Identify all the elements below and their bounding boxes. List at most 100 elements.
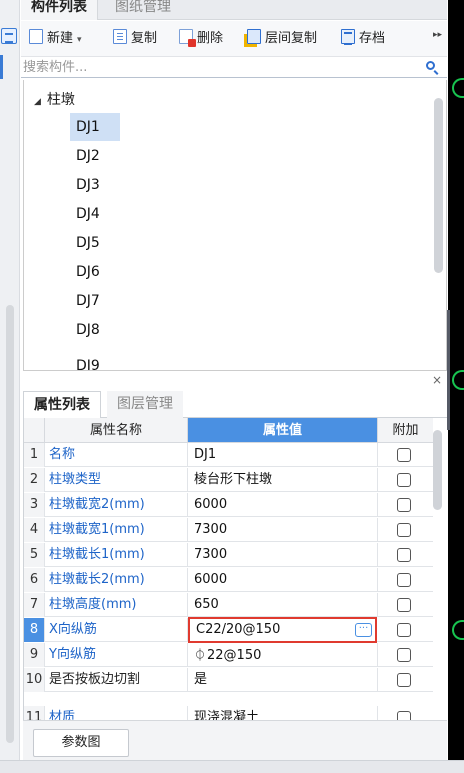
- row-number: 3: [24, 493, 45, 517]
- tree-item[interactable]: DJ2: [70, 142, 120, 170]
- tree-item[interactable]: DJ9: [70, 352, 120, 370]
- tree-item[interactable]: DJ7: [70, 287, 120, 315]
- table-row[interactable]: 7 柱墩高度(mm) 650: [24, 593, 433, 617]
- more-icon[interactable]: ▸▸: [433, 30, 442, 40]
- property-name: 名称: [45, 443, 188, 467]
- copy-label: 复制: [131, 31, 158, 46]
- floor-copy-button[interactable]: 层间复制: [244, 29, 317, 49]
- extra-checkbox[interactable]: [397, 498, 411, 512]
- extra-checkbox[interactable]: [397, 573, 411, 587]
- property-name: 柱墩高度(mm): [45, 593, 188, 617]
- table-row[interactable]: 3 柱墩截宽2(mm) 6000: [24, 493, 433, 517]
- row-number: 2: [24, 468, 45, 492]
- copy-button[interactable]: 复制: [113, 29, 157, 49]
- extra-checkbox[interactable]: [397, 711, 411, 720]
- property-name: X向纵筋: [45, 618, 188, 642]
- extra-checkbox[interactable]: [397, 673, 411, 687]
- search-input[interactable]: [21, 58, 421, 77]
- property-value[interactable]: 7300: [188, 543, 378, 567]
- property-value-editor[interactable]: C22/20@150 ···: [188, 617, 377, 643]
- parameter-diagram-button[interactable]: 参数图: [33, 729, 129, 757]
- property-value-cell[interactable]: ⏀22@150: [188, 643, 378, 667]
- property-value[interactable]: 650: [188, 593, 378, 617]
- save-button[interactable]: 存档: [341, 29, 385, 49]
- new-label: 新建: [47, 31, 74, 46]
- property-value[interactable]: 现浇混凝土: [188, 706, 378, 720]
- header-extra: 附加: [378, 418, 433, 443]
- property-value[interactable]: DJ1: [188, 443, 378, 467]
- tab-component-list[interactable]: 构件列表: [21, 0, 98, 20]
- extra-checkbox[interactable]: [397, 623, 411, 637]
- new-button[interactable]: 新建 ▾: [29, 29, 82, 49]
- extra-cell: [378, 568, 433, 592]
- extra-checkbox[interactable]: [397, 523, 411, 537]
- property-value[interactable]: 6000: [188, 493, 378, 517]
- left-scrollbar[interactable]: [6, 305, 14, 743]
- tab-layer-management[interactable]: 图层管理: [107, 391, 183, 418]
- panel-divider: [23, 370, 447, 390]
- extra-checkbox[interactable]: [397, 598, 411, 612]
- property-name: 是否按板边切割: [45, 668, 188, 692]
- header-index: [24, 418, 45, 443]
- property-value[interactable]: 棱台形下柱墩: [188, 468, 378, 492]
- collapse-triangle-icon[interactable]: ◢: [34, 92, 41, 112]
- close-icon[interactable]: ×: [432, 373, 442, 387]
- extra-cell: [378, 593, 433, 617]
- delete-button[interactable]: 删除: [179, 29, 223, 49]
- component-tabs: 构件列表 图纸管理: [21, 0, 447, 20]
- extra-cell: [378, 443, 433, 467]
- extra-cell: [378, 668, 433, 692]
- tree-item[interactable]: DJ1: [70, 113, 120, 141]
- search-bar: [21, 58, 447, 78]
- table-row-selected[interactable]: 8 X向纵筋 C22/20@150 ···: [24, 617, 433, 643]
- extra-checkbox[interactable]: [397, 548, 411, 562]
- row-number: 11: [24, 706, 45, 720]
- tab-drawing-management[interactable]: 图纸管理: [105, 0, 181, 20]
- property-name: Y向纵筋: [45, 643, 188, 667]
- canvas-splitter[interactable]: [447, 310, 450, 430]
- table-row[interactable]: 4 柱墩截宽1(mm) 7300: [24, 518, 433, 542]
- tab-property-list[interactable]: 属性列表: [23, 391, 101, 418]
- table-row[interactable]: 5 柱墩截长1(mm) 7300: [24, 543, 433, 567]
- delete-icon: [179, 29, 196, 47]
- tree-item[interactable]: DJ4: [70, 200, 120, 228]
- table-row[interactable]: 1 名称 DJ1: [24, 443, 433, 467]
- table-row[interactable]: 11 材质 现浇混凝土: [24, 706, 433, 720]
- panel-toggle-icon[interactable]: [1, 28, 17, 44]
- tree-item[interactable]: DJ6: [70, 258, 120, 286]
- ellipsis-icon[interactable]: ···: [355, 623, 372, 637]
- delete-label: 删除: [197, 31, 224, 46]
- tree-item[interactable]: DJ5: [70, 229, 120, 257]
- property-name: 柱墩类型: [45, 468, 188, 492]
- extra-checkbox[interactable]: [397, 473, 411, 487]
- search-icon[interactable]: [426, 61, 435, 70]
- property-table: 属性名称 属性值 附加 1 名称 DJ1 2 柱墩类型 棱台形下柱墩 3 柱墩截…: [23, 418, 433, 720]
- table-row[interactable]: 6 柱墩截长2(mm) 6000: [24, 568, 433, 592]
- copy-icon: [113, 29, 127, 44]
- tree-root-node[interactable]: ◢ 柱墩: [34, 90, 75, 110]
- property-value[interactable]: 是: [188, 668, 378, 692]
- status-bar: [0, 760, 464, 773]
- property-value[interactable]: 7300: [188, 518, 378, 542]
- tree-scrollbar[interactable]: [434, 98, 443, 273]
- row-number: 7: [24, 593, 45, 617]
- chevron-down-icon[interactable]: ▾: [77, 35, 82, 45]
- extra-checkbox[interactable]: [397, 448, 411, 462]
- property-value[interactable]: C22/20@150: [196, 619, 280, 641]
- row-number: 9: [24, 643, 45, 667]
- table-row[interactable]: 9 Y向纵筋 ⏀22@150: [24, 643, 433, 667]
- row-number: 5: [24, 543, 45, 567]
- tree-item[interactable]: DJ8: [70, 316, 120, 344]
- extra-checkbox[interactable]: [397, 648, 411, 662]
- table-row[interactable]: 2 柱墩类型 棱台形下柱墩: [24, 468, 433, 492]
- component-toolbar: 新建 ▾ 复制 删除 层间复制 存档 ▸▸: [21, 21, 447, 57]
- tree-item[interactable]: DJ3: [70, 171, 120, 199]
- row-number: 6: [24, 568, 45, 592]
- property-scrollbar[interactable]: [433, 430, 442, 510]
- row-number: 4: [24, 518, 45, 542]
- extra-cell: [378, 706, 433, 720]
- extra-cell: [378, 468, 433, 492]
- property-name: 柱墩截宽2(mm): [45, 493, 188, 517]
- property-value[interactable]: 6000: [188, 568, 378, 592]
- table-row[interactable]: 10 是否按板边切割 是: [24, 668, 433, 692]
